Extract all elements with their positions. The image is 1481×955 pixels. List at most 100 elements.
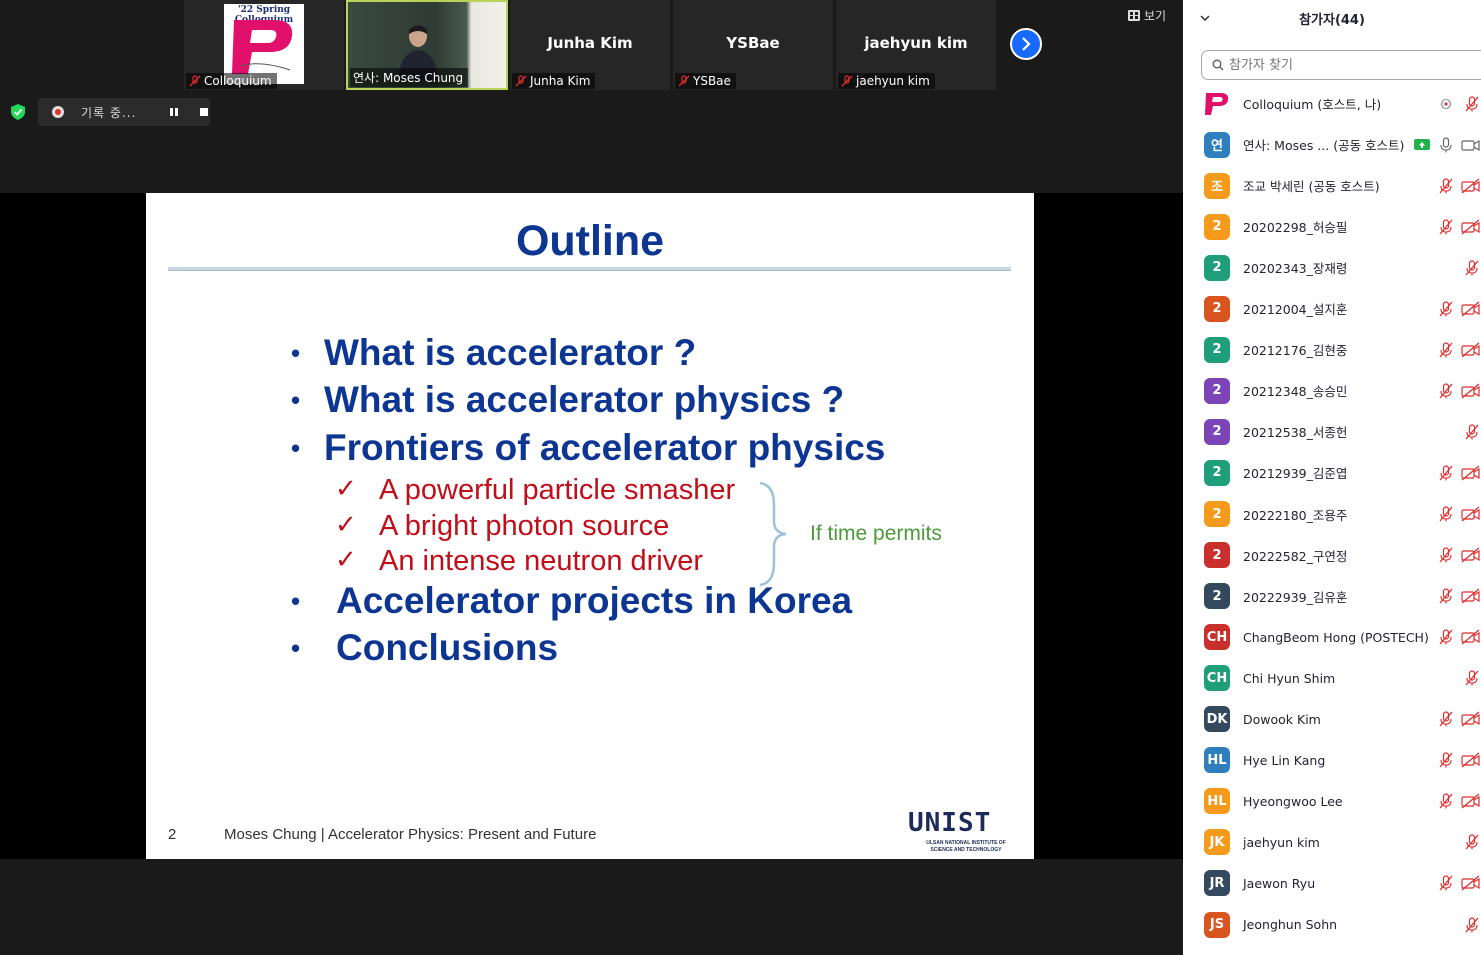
mic-muted-icon bbox=[1439, 219, 1453, 235]
video-off-icon bbox=[1461, 793, 1481, 809]
participant-row[interactable]: 2 20222939_김유훈 bbox=[1183, 576, 1481, 617]
mic-muted-icon bbox=[1439, 547, 1453, 563]
name-tag-label: 연사: Moses Chung bbox=[353, 71, 464, 85]
participant-name: Chi Hyun Shim bbox=[1243, 670, 1336, 686]
participant-row[interactable]: Colloquium (호스트, 나) bbox=[1183, 83, 1481, 124]
pause-recording-button[interactable] bbox=[170, 108, 179, 116]
participant-row[interactable]: 2 20222180_조용주 bbox=[1183, 494, 1481, 535]
screen-share-icon bbox=[1414, 139, 1430, 151]
bullet-text: Conclusions bbox=[336, 627, 559, 668]
participant-row[interactable]: CH Chi Hyun Shim bbox=[1183, 658, 1481, 699]
unist-logo-subtext: ULSAN NATIONAL INSTITUTE OF SCIENCE AND … bbox=[926, 840, 1006, 853]
name-tag-label: Junha Kim bbox=[530, 74, 591, 88]
avatar: 2 bbox=[1204, 377, 1230, 404]
mic-muted-icon bbox=[1465, 424, 1481, 440]
slide-bullet: • What is accelerator physics ? bbox=[291, 379, 845, 420]
avatar bbox=[1204, 91, 1230, 117]
participant-row[interactable]: 2 20212004_설지훈 bbox=[1183, 288, 1481, 329]
check-icon: ✓ bbox=[335, 473, 357, 503]
participant-name: Dowook Kim bbox=[1243, 711, 1321, 727]
name-tag: YSBae bbox=[675, 73, 736, 89]
participant-name: 20212939_김준엽 bbox=[1243, 466, 1348, 482]
mic-muted-icon bbox=[1439, 752, 1453, 768]
participant-row[interactable]: CH ChangBeom Hong (POSTECH) bbox=[1183, 617, 1481, 658]
participant-name: Junha Kim bbox=[547, 34, 633, 52]
video-off-icon bbox=[1461, 219, 1481, 235]
slide-sub-item: ✓ A bright photon source bbox=[335, 509, 669, 543]
avatar: 2 bbox=[1204, 459, 1230, 486]
mic-muted-icon bbox=[1439, 875, 1453, 891]
participant-row[interactable]: HL Hye Lin Kang bbox=[1183, 740, 1481, 781]
physics-p-logo-icon bbox=[232, 20, 293, 74]
participant-row[interactable]: 2 20212348_송승민 bbox=[1183, 370, 1481, 411]
video-thumb-ysbae[interactable]: YSBae YSBae bbox=[673, 0, 833, 90]
bullet-text: Frontiers of accelerator physics bbox=[324, 427, 886, 468]
mic-muted-icon bbox=[678, 75, 690, 87]
participant-name: Hye Lin Kang bbox=[1243, 752, 1326, 768]
participant-row[interactable]: 2 20202298_허승필 bbox=[1183, 206, 1481, 247]
participant-row[interactable]: 연 연사: Moses ... (공동 호스트) bbox=[1183, 124, 1481, 165]
grid-icon bbox=[1128, 10, 1140, 21]
next-page-button[interactable] bbox=[1010, 28, 1042, 60]
participant-search[interactable] bbox=[1201, 50, 1481, 80]
name-tag-label: YSBae bbox=[693, 74, 731, 88]
recording-label: 기록 중... bbox=[81, 105, 137, 120]
bullet-text: What is accelerator ? bbox=[324, 332, 697, 373]
participant-row[interactable]: 2 20222582_구연정 bbox=[1183, 535, 1481, 576]
participant-name: Jeonghun Sohn bbox=[1243, 917, 1338, 932]
participant-row[interactable]: DK Dowook Kim bbox=[1183, 699, 1481, 740]
search-input[interactable] bbox=[1229, 57, 1469, 73]
meeting-area: '22 Spring Colloquium Colloquium 연사: bbox=[0, 0, 1183, 955]
sub-item-text: A powerful particle smasher bbox=[379, 474, 736, 506]
mic-muted-icon bbox=[1465, 916, 1481, 933]
colloquium-logo: '22 Spring Colloquium bbox=[224, 4, 304, 84]
video-off-icon bbox=[1461, 875, 1481, 891]
participant-row[interactable]: 2 20202343_장재령 bbox=[1183, 247, 1481, 288]
participant-row[interactable]: JR Jaewon Ryu bbox=[1183, 863, 1481, 904]
video-thumb-junha-kim[interactable]: Junha Kim Junha Kim bbox=[510, 0, 670, 90]
mic-muted-icon bbox=[1465, 670, 1481, 686]
view-button-label: 보기 bbox=[1144, 9, 1167, 23]
avatar: JR bbox=[1204, 870, 1230, 897]
video-off-icon bbox=[1461, 588, 1481, 604]
name-tag: Junha Kim bbox=[512, 73, 596, 89]
participant-row[interactable]: 2 20212939_김준엽 bbox=[1183, 452, 1481, 493]
name-tag: jaehyun kim bbox=[838, 73, 935, 89]
mic-muted-icon bbox=[1439, 342, 1453, 358]
participant-name: Jaewon Ryu bbox=[1243, 875, 1316, 891]
avatar: 연 bbox=[1204, 131, 1230, 158]
participant-row[interactable]: 2 20212538_서종헌 bbox=[1183, 411, 1481, 452]
mic-muted-icon bbox=[1439, 506, 1453, 522]
video-thumb-colloquium[interactable]: '22 Spring Colloquium Colloquium bbox=[184, 0, 344, 90]
avatar: 2 bbox=[1204, 254, 1230, 281]
participants-panel: 참가자(44) Colloquium (호스트, 나) 연 연사: Moses ..… bbox=[1183, 0, 1481, 955]
slide-footer: Moses Chung | Accelerator Physics: Prese… bbox=[224, 826, 597, 843]
participant-row[interactable]: 2 20212176_김현중 bbox=[1183, 329, 1481, 370]
slide-bullet: • Frontiers of accelerator physics bbox=[291, 427, 886, 468]
participant-row[interactable]: HL Hyeongwoo Lee bbox=[1183, 781, 1481, 822]
name-tag: Colloquium bbox=[186, 73, 277, 89]
video-thumb-jaehyun-kim[interactable]: jaehyun kim jaehyun kim bbox=[836, 0, 996, 90]
panel-title: 참가자(44) bbox=[1299, 13, 1365, 28]
stop-recording-button[interactable] bbox=[200, 108, 209, 116]
participant-name: YSBae bbox=[726, 34, 780, 52]
participant-row[interactable]: JK jaehyun kim bbox=[1183, 822, 1481, 863]
view-button[interactable]: 보기 bbox=[1128, 7, 1166, 24]
slide-sub-item: ✓ A powerful particle smasher bbox=[335, 473, 736, 507]
slide-page-number: 2 bbox=[168, 826, 177, 843]
video-thumb-speaker[interactable]: 연사: Moses Chung bbox=[346, 0, 508, 90]
participant-row[interactable]: JS Jeonghun Sohn bbox=[1183, 904, 1481, 945]
title-divider bbox=[168, 267, 1011, 271]
security-shield-icon[interactable] bbox=[9, 103, 27, 121]
participant-row[interactable]: 조 조교 박세린 (공동 호스트) bbox=[1183, 165, 1481, 206]
video-off-icon bbox=[1461, 465, 1481, 481]
zoom-meeting-window: '22 Spring Colloquium Colloquium 연사: bbox=[0, 0, 1481, 955]
avatar: JK bbox=[1204, 829, 1230, 856]
participant-name: jaehyun kim bbox=[864, 34, 968, 52]
participant-name: Hyeongwoo Lee bbox=[1243, 793, 1343, 809]
mic-muted-icon bbox=[841, 75, 853, 87]
mic-muted-icon bbox=[1465, 834, 1481, 850]
bullet-text: Accelerator projects in Korea bbox=[336, 580, 853, 621]
recording-dot-icon bbox=[52, 106, 64, 118]
avatar: CH bbox=[1204, 624, 1230, 651]
